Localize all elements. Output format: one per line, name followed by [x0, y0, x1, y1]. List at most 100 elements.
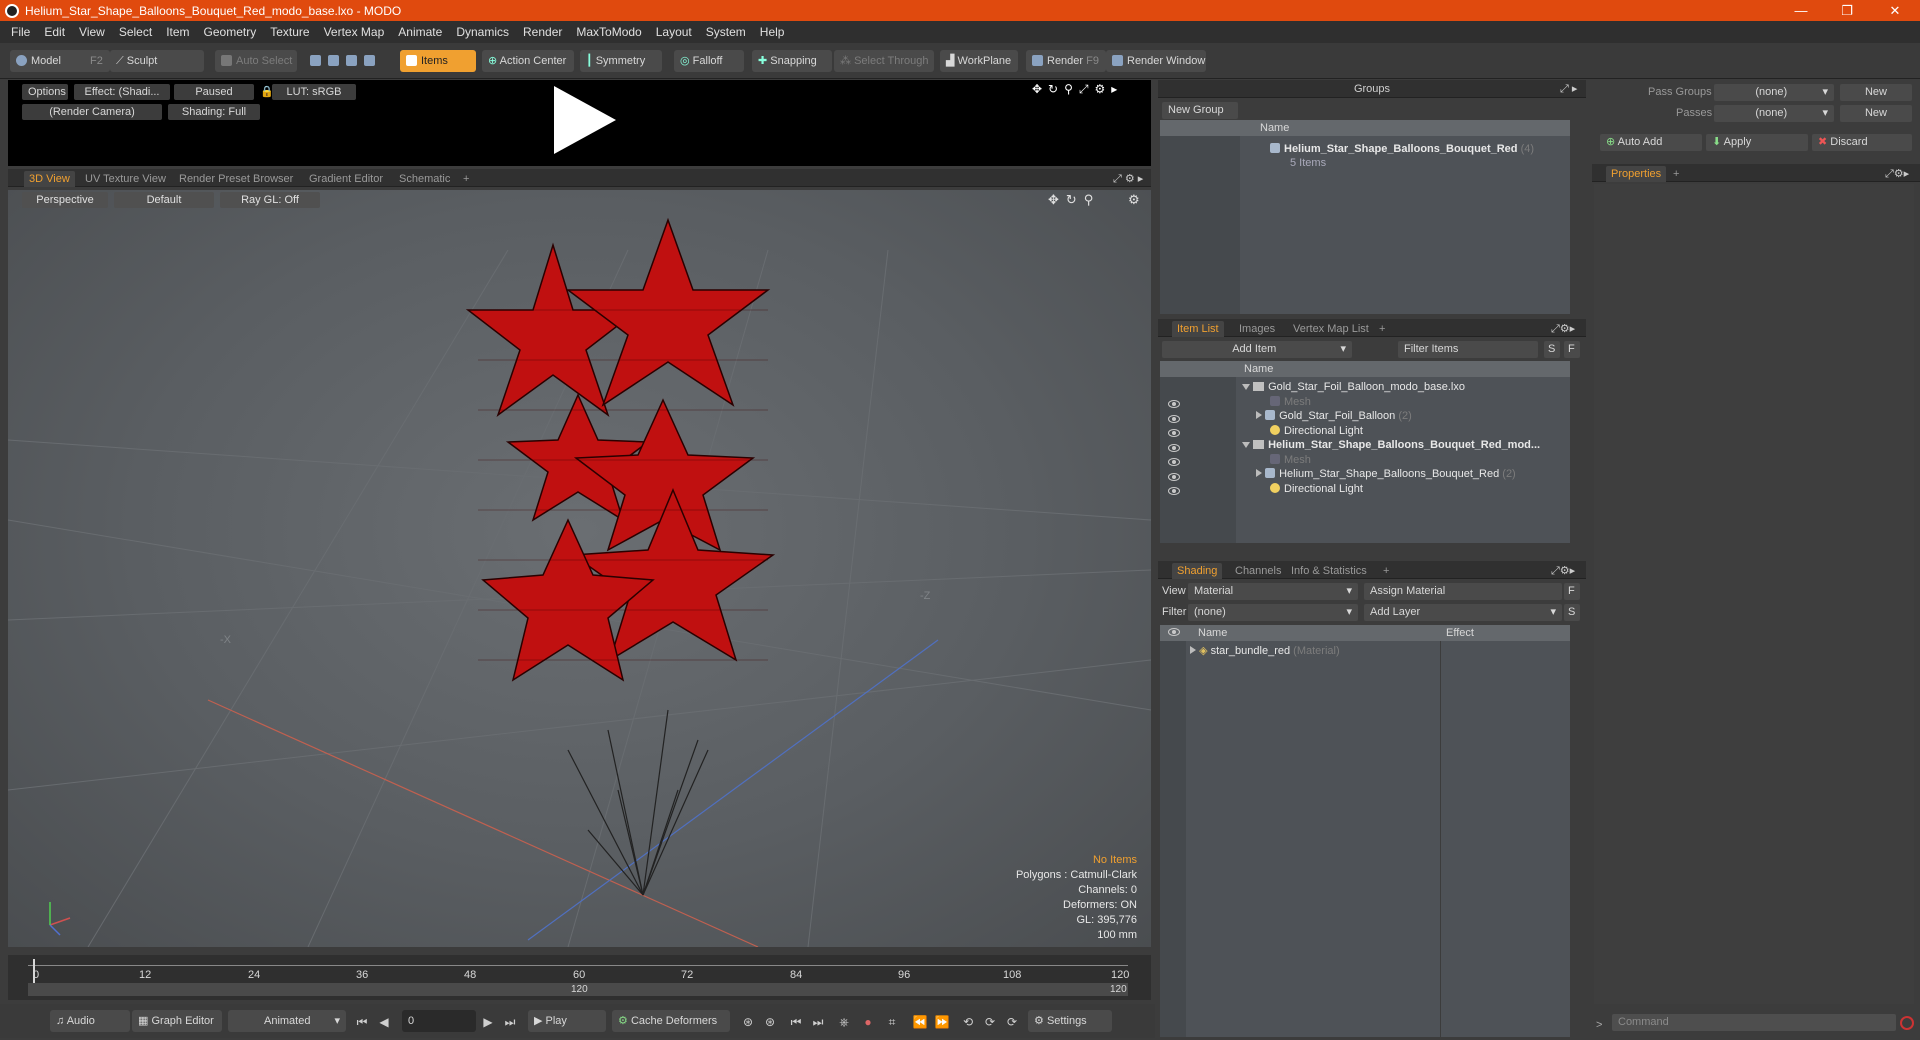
- menu-geometry[interactable]: Geometry: [204, 25, 257, 39]
- frame-input[interactable]: 0: [402, 1010, 476, 1032]
- timeline[interactable]: 0 12 24 36 48 60 72 84 96 108 120 120 12…: [8, 955, 1151, 1000]
- render-button[interactable]: Render F9: [1026, 50, 1106, 72]
- visibility-eye-icon[interactable]: [1168, 458, 1180, 466]
- prev-frame-icon[interactable]: ⏪: [912, 1014, 928, 1030]
- add-tab-button[interactable]: +: [1378, 563, 1394, 579]
- lut-dropdown[interactable]: LUT: sRGB: [272, 84, 356, 100]
- passes-dropdown[interactable]: (none) ▾: [1714, 105, 1834, 122]
- collapse-arrow-icon[interactable]: [1190, 646, 1196, 654]
- next-frame-icon[interactable]: ⏩: [934, 1014, 950, 1030]
- play-preview-icon[interactable]: [554, 86, 616, 154]
- preview-options-button[interactable]: Options: [22, 84, 68, 100]
- viewport-style-dropdown[interactable]: Default: [114, 192, 214, 208]
- go-to-end-icon[interactable]: ⏭: [502, 1014, 518, 1030]
- add-tab-button[interactable]: +: [1374, 321, 1390, 337]
- minimize-button[interactable]: —: [1778, 0, 1824, 21]
- menu-maxtomodo[interactable]: MaxToModo: [576, 25, 641, 39]
- loop-icon-2[interactable]: ⟳: [982, 1014, 998, 1030]
- polygons-icon[interactable]: [346, 55, 358, 66]
- shader-tree[interactable]: Name Effect ◈ star_bundle_red (Material): [1160, 625, 1570, 1037]
- falloff-button[interactable]: ◎ Falloff: [674, 50, 744, 72]
- add-layer-dropdown[interactable]: Add Layer ▾: [1364, 604, 1562, 621]
- prev-key-icon[interactable]: ⏮: [788, 1014, 804, 1030]
- menu-item[interactable]: Item: [166, 25, 189, 39]
- loop-icon-1[interactable]: ⟲: [960, 1014, 976, 1030]
- edges-icon[interactable]: [328, 55, 340, 66]
- key-icon-1[interactable]: ⊛: [740, 1014, 756, 1030]
- projection-dropdown[interactable]: Perspective: [22, 192, 108, 208]
- vertices-icon[interactable]: [310, 55, 321, 66]
- tab-shading[interactable]: Shading: [1172, 563, 1223, 579]
- item-directional-light-2[interactable]: Directional Light: [1270, 480, 1363, 498]
- tab-info-statistics[interactable]: Info & Statistics: [1286, 563, 1372, 579]
- apply-button[interactable]: ⬇ Apply: [1706, 134, 1808, 151]
- tab-vertex-map-list[interactable]: Vertex Map List: [1288, 321, 1374, 337]
- audio-button[interactable]: ♫ Audio: [50, 1010, 130, 1032]
- menu-view[interactable]: View: [79, 25, 105, 39]
- visibility-eye-icon[interactable]: [1168, 400, 1180, 408]
- 3d-viewport[interactable]: Perspective Default Ray GL: Off ✥↻⚲ ⚙ -X…: [8, 190, 1151, 947]
- next-key-icon[interactable]: ⏭: [810, 1014, 826, 1030]
- material-row[interactable]: ◈ star_bundle_red (Material): [1190, 642, 1340, 660]
- action-center-button[interactable]: ⊕ Action Center: [482, 50, 574, 72]
- viewport-nav-icons[interactable]: ✥↻⚲: [1048, 192, 1100, 208]
- render-camera-dropdown[interactable]: (Render Camera): [22, 104, 162, 120]
- close-button[interactable]: ✕: [1872, 0, 1918, 21]
- command-input[interactable]: Command: [1612, 1014, 1896, 1031]
- preview-nav-icons[interactable]: ✥↻⚲⤢⚙▸: [1032, 82, 1123, 97]
- visibility-eye-icon[interactable]: [1168, 487, 1180, 495]
- item-tree[interactable]: Name Gold_Star_Foil_Balloon_modo_base.lx…: [1160, 361, 1570, 543]
- symmetry-button[interactable]: ┃ Symmetry: [580, 50, 662, 72]
- auto-add-button[interactable]: ⊕ Auto Add: [1600, 134, 1702, 151]
- render-window-button[interactable]: Render Window: [1106, 50, 1206, 72]
- tab-render-preset-browser[interactable]: Render Preset Browser: [174, 171, 298, 187]
- tab-schematic[interactable]: Schematic: [394, 171, 455, 187]
- menu-edit[interactable]: Edit: [44, 25, 65, 39]
- menu-render[interactable]: Render: [523, 25, 562, 39]
- visibility-eye-icon[interactable]: [1168, 429, 1180, 437]
- groups-expand-icon[interactable]: ⤢ ▸: [1560, 82, 1577, 96]
- new-group-button[interactable]: New Group: [1162, 102, 1238, 119]
- tab-uv-texture-view[interactable]: UV Texture View: [80, 171, 171, 187]
- add-tab-button[interactable]: +: [458, 171, 474, 187]
- expand-arrow-icon[interactable]: [1242, 442, 1250, 448]
- assign-material-button[interactable]: Assign Material: [1364, 583, 1562, 600]
- auto-select-button[interactable]: Auto Select: [215, 50, 297, 72]
- step-back-icon[interactable]: ◀: [376, 1014, 392, 1030]
- pass-groups-dropdown[interactable]: (none) ▾: [1714, 84, 1834, 101]
- cache-deformers-button[interactable]: ⚙ Cache Deformers: [612, 1010, 730, 1032]
- step-forward-icon[interactable]: ▶: [480, 1014, 496, 1030]
- tab-3d-view[interactable]: 3D View: [24, 171, 75, 187]
- view-dropdown[interactable]: Material ▾: [1188, 583, 1358, 600]
- menu-animate[interactable]: Animate: [398, 25, 442, 39]
- visibility-eye-icon[interactable]: [1168, 444, 1180, 452]
- menu-file[interactable]: File: [11, 25, 30, 39]
- viewport-settings-icon[interactable]: ⚙: [1128, 192, 1140, 208]
- menu-texture[interactable]: Texture: [270, 25, 309, 39]
- discard-button[interactable]: ✖ Discard: [1812, 134, 1912, 151]
- graph-editor-button[interactable]: ▦ Graph Editor: [132, 1010, 222, 1032]
- menu-layout[interactable]: Layout: [656, 25, 692, 39]
- key-all-icon[interactable]: ⌗: [884, 1014, 900, 1030]
- item-list-f-button[interactable]: F: [1564, 341, 1580, 358]
- settings-button[interactable]: ⚙ Settings: [1028, 1010, 1112, 1032]
- menu-system[interactable]: System: [706, 25, 746, 39]
- shading-f-button[interactable]: F: [1564, 583, 1580, 600]
- tab-gradient-editor[interactable]: Gradient Editor: [304, 171, 388, 187]
- preview-paused-button[interactable]: Paused: [174, 84, 254, 100]
- collapse-arrow-icon[interactable]: [1256, 469, 1262, 477]
- shading-expand-icons[interactable]: ⤢⚙▸: [1546, 563, 1580, 579]
- sculpt-button[interactable]: ⟋ Sculpt: [110, 50, 204, 72]
- menu-help[interactable]: Help: [760, 25, 785, 39]
- item-list-expand-icons[interactable]: ⤢⚙▸: [1546, 321, 1580, 337]
- raygl-toggle[interactable]: Ray GL: Off: [220, 192, 320, 208]
- visibility-eye-icon[interactable]: [1168, 473, 1180, 481]
- menu-dynamics[interactable]: Dynamics: [456, 25, 509, 39]
- tab-item-list[interactable]: Item List: [1172, 321, 1224, 337]
- add-item-dropdown[interactable]: Add Item ▾: [1162, 341, 1352, 358]
- item-list-s-button[interactable]: S: [1544, 341, 1560, 358]
- shading-s-button[interactable]: S: [1564, 604, 1580, 621]
- record-icon[interactable]: ●: [860, 1014, 876, 1030]
- go-to-start-icon[interactable]: ⏮: [354, 1014, 370, 1030]
- lock-icon[interactable]: 🔒: [254, 84, 274, 100]
